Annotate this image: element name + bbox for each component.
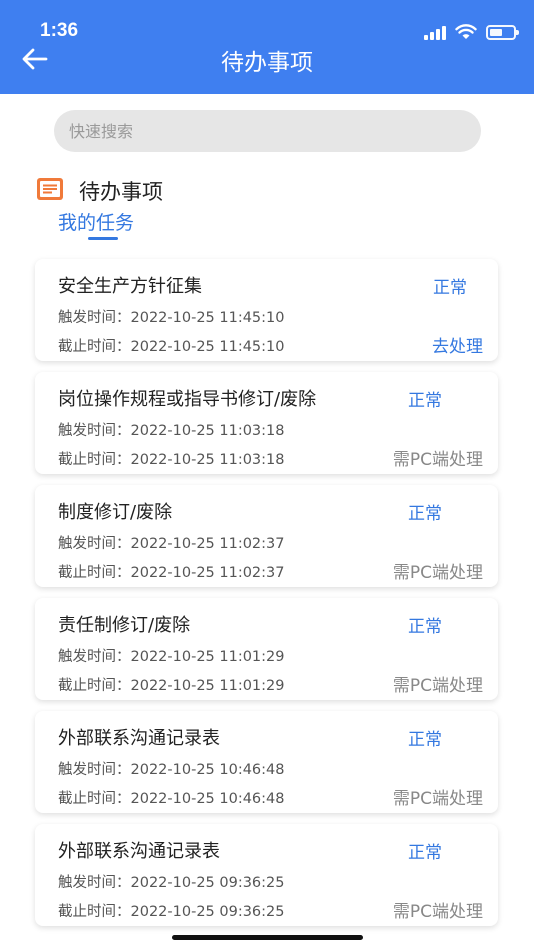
tab-underline <box>88 237 118 240</box>
task-status-badge: 正常 <box>408 730 442 750</box>
page-title: 待办事项 <box>221 50 313 76</box>
task-title: 外部联系沟通记录表 <box>58 841 220 862</box>
task-card[interactable]: 安全生产方针征集 正常 触发时间：2022-10-25 11:45:10 截止时… <box>35 259 498 361</box>
task-status-badge: 正常 <box>408 843 442 863</box>
pc-only-label: 需PC端处理 <box>392 563 483 583</box>
task-status-badge: 正常 <box>408 617 442 637</box>
pc-only-label: 需PC端处理 <box>392 450 483 470</box>
process-button[interactable]: 去处理 <box>432 332 483 357</box>
task-trigger-time: 触发时间：2022-10-25 09:36:25 <box>58 875 285 891</box>
task-status-badge: 正常 <box>433 278 467 298</box>
task-deadline: 截止时间：2022-10-25 11:45:10 <box>58 339 285 355</box>
task-deadline: 截止时间：2022-10-25 11:03:18 <box>58 452 285 468</box>
task-trigger-time: 触发时间：2022-10-25 11:01:29 <box>58 649 285 665</box>
task-status-badge: 正常 <box>408 391 442 411</box>
task-card[interactable]: 责任制修订/废除 正常 触发时间：2022-10-25 11:01:29 截止时… <box>35 598 498 700</box>
task-title: 制度修订/废除 <box>58 502 173 523</box>
task-trigger-time: 触发时间：2022-10-25 11:02:37 <box>58 536 285 552</box>
task-trigger-time: 触发时间：2022-10-25 11:45:10 <box>58 310 285 326</box>
status-time: 1:36 <box>40 20 79 41</box>
section-title: 待办事项 <box>79 180 163 204</box>
top-bar: 1:36 待办事项 <box>0 0 534 94</box>
task-list: 安全生产方针征集 正常 触发时间：2022-10-25 11:45:10 截止时… <box>35 259 498 937</box>
task-title: 外部联系沟通记录表 <box>58 728 220 749</box>
pc-only-label: 需PC端处理 <box>392 789 483 809</box>
task-title: 岗位操作规程或指导书修订/废除 <box>58 389 317 410</box>
task-title: 安全生产方针征集 <box>58 276 202 297</box>
task-status-badge: 正常 <box>408 504 442 524</box>
task-deadline: 截止时间：2022-10-25 10:46:48 <box>58 791 285 807</box>
document-icon <box>37 178 63 200</box>
task-trigger-time: 触发时间：2022-10-25 10:46:48 <box>58 762 285 778</box>
task-deadline: 截止时间：2022-10-25 11:02:37 <box>58 565 285 581</box>
task-deadline: 截止时间：2022-10-25 09:36:25 <box>58 904 285 920</box>
task-deadline: 截止时间：2022-10-25 11:01:29 <box>58 678 285 694</box>
task-card[interactable]: 岗位操作规程或指导书修订/废除 正常 触发时间：2022-10-25 11:03… <box>35 372 498 474</box>
task-card[interactable]: 外部联系沟通记录表 正常 触发时间：2022-10-25 09:36:25 截止… <box>35 824 498 926</box>
task-card[interactable]: 制度修订/废除 正常 触发时间：2022-10-25 11:02:37 截止时间… <box>35 485 498 587</box>
task-trigger-time: 触发时间：2022-10-25 11:03:18 <box>58 423 285 439</box>
home-indicator[interactable] <box>172 935 363 940</box>
task-card[interactable]: 外部联系沟通记录表 正常 触发时间：2022-10-25 10:46:48 截止… <box>35 711 498 813</box>
status-icons <box>424 24 519 40</box>
tab-my-tasks[interactable]: 我的任务 <box>58 208 134 235</box>
main-content: 待办事项 我的任务 安全生产方针征集 正常 触发时间：2022-10-25 11… <box>0 94 534 950</box>
signal-icon <box>424 26 446 40</box>
pc-only-label: 需PC端处理 <box>392 902 483 922</box>
pc-only-label: 需PC端处理 <box>392 676 483 696</box>
task-title: 责任制修订/废除 <box>58 615 191 636</box>
search-input[interactable] <box>54 110 481 152</box>
battery-icon <box>486 25 519 40</box>
wifi-icon <box>455 24 477 39</box>
